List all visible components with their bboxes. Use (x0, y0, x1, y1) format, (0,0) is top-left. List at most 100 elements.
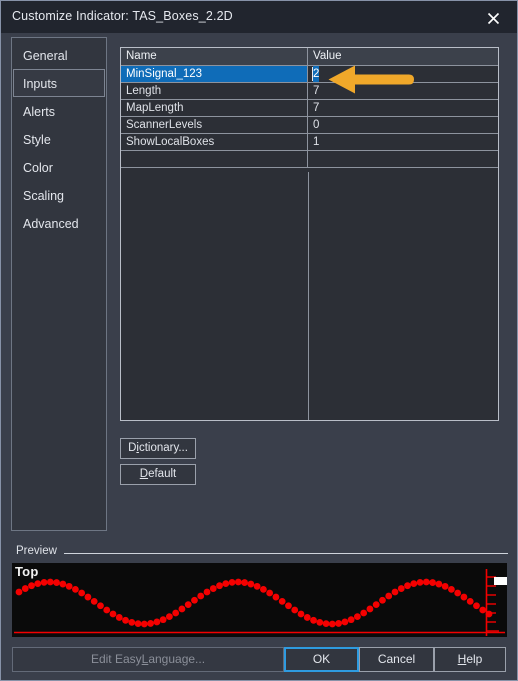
input-value-cell[interactable]: 1 (308, 134, 498, 150)
edit-easylanguage-button[interactable]: Edit EasyLanguage... (12, 647, 284, 672)
column-header-value: Value (313, 50, 342, 62)
table-row[interactable]: Length 7 (121, 83, 498, 100)
plot-dot (310, 616, 317, 624)
plot-dot (40, 578, 48, 586)
plot-dot (65, 582, 73, 590)
plot-dot (15, 588, 23, 596)
input-name-cell[interactable]: Length (121, 83, 308, 99)
table-row[interactable]: MinSignal_123 2 (121, 66, 498, 83)
plot-dot (109, 610, 117, 618)
plot-dot (78, 589, 86, 597)
plot-dot (153, 618, 161, 626)
plot-dot (297, 610, 305, 618)
preview-chart: Top (12, 563, 507, 637)
input-name-cell[interactable]: MapLength (121, 100, 308, 116)
plot-dot (328, 620, 336, 628)
sidebar-item-label: General (23, 49, 68, 63)
plot-dot (278, 597, 286, 605)
plot-dot (372, 601, 380, 609)
input-value-cell[interactable]: 7 (308, 100, 498, 116)
sidebar-item-label: Inputs (23, 77, 58, 91)
help-button[interactable]: Help (434, 647, 506, 672)
table-row[interactable]: MapLength 7 (121, 100, 498, 117)
plot-dot (147, 620, 155, 627)
sidebar-item-color[interactable]: Color (13, 153, 105, 181)
plot-dot (90, 597, 98, 605)
sidebar-item-label: Scaling (23, 189, 64, 203)
input-name-cell[interactable]: ScannerLevels (121, 117, 308, 133)
price-marker (494, 577, 507, 585)
plot-dot (479, 606, 487, 614)
input-name-cell[interactable]: MinSignal_123 (121, 66, 308, 82)
plot-dot (260, 585, 267, 593)
plot-dot (303, 614, 311, 621)
page-title: Customize Indicator: TAS_Boxes_2.2D (12, 9, 233, 23)
plot-dot (166, 613, 173, 621)
close-glyph (487, 12, 500, 25)
plot-dot (184, 601, 192, 609)
plot-dot (128, 619, 136, 626)
default-button[interactable]: Default (120, 464, 196, 485)
dictionary-button[interactable]: Dictionary... (120, 438, 196, 459)
close-icon[interactable] (473, 1, 513, 33)
table-row[interactable]: ScannerLevels 0 (121, 117, 498, 134)
sidebar-item-style[interactable]: Style (13, 125, 105, 153)
plot-dot (115, 614, 123, 621)
sidebar-item-scaling[interactable]: Scaling (13, 181, 105, 209)
plot-dot (416, 578, 424, 586)
plot-dots (15, 578, 493, 628)
plot-dot (266, 589, 274, 597)
plot-dot (209, 585, 217, 592)
preview-chart-title: Top (15, 564, 39, 579)
plot-dot (441, 582, 449, 590)
ok-button[interactable]: OK (284, 647, 359, 672)
plot-dot (247, 580, 255, 588)
input-name-cell (121, 151, 308, 167)
plot-dot (285, 602, 292, 610)
plot-dot (316, 619, 324, 626)
sidebar-item-advanced[interactable]: Advanced (13, 209, 105, 237)
table-empty-area[interactable] (121, 172, 498, 420)
column-divider (308, 172, 309, 420)
plot-dot (347, 616, 355, 624)
input-value-cell (308, 151, 498, 167)
sidebar-item-label: Style (23, 133, 51, 147)
table-row-empty[interactable] (121, 151, 498, 168)
plot-dot (59, 580, 67, 588)
sidebar-item-general[interactable]: General (13, 41, 105, 69)
column-header-name: Name (121, 48, 308, 65)
plot-dot (28, 582, 35, 590)
plot-dot (272, 593, 280, 601)
inputs-table[interactable]: Name Value MinSignal_123 2 Length 7 MapL… (120, 47, 499, 421)
plot-dot (53, 579, 60, 586)
edit-easylanguage-label: Edit EasyLanguage... (90, 652, 206, 666)
plot-dot (448, 585, 455, 593)
sidebar-item-alerts[interactable]: Alerts (13, 97, 105, 125)
plot-dot (335, 620, 342, 627)
input-value-cell-editing[interactable]: 2 (308, 66, 498, 82)
settings-category-list[interactable]: General Inputs Alerts Style Color Scalin… (11, 37, 107, 531)
plot-dot (404, 582, 411, 590)
customize-indicator-dialog: Customize Indicator: TAS_Boxes_2.2D Gene… (0, 0, 518, 681)
help-button-label: Help (457, 652, 483, 666)
input-value-cell[interactable]: 7 (308, 83, 498, 99)
preview-group: Preview Top (10, 545, 510, 638)
table-row[interactable]: ShowLocalBoxes 1 (121, 134, 498, 151)
sidebar-item-label: Advanced (23, 217, 79, 231)
plot-dot (159, 616, 167, 624)
plot-dot (322, 620, 330, 628)
plot-dot (466, 597, 474, 605)
plot-dot (379, 596, 386, 604)
plot-dot (84, 593, 92, 601)
cancel-button[interactable]: Cancel (359, 647, 434, 672)
dictionary-button-label: Dictionary... (128, 442, 188, 454)
plot-dot (34, 580, 42, 587)
sidebar-item-inputs[interactable]: Inputs (13, 69, 105, 97)
plot-dot (241, 579, 249, 586)
plot-dot (291, 606, 299, 614)
input-value-cell[interactable]: 0 (308, 117, 498, 133)
plot-dot (216, 582, 223, 590)
plot-dot (103, 606, 111, 614)
plot-dot (234, 578, 242, 586)
input-name-cell[interactable]: ShowLocalBoxes (121, 134, 308, 150)
